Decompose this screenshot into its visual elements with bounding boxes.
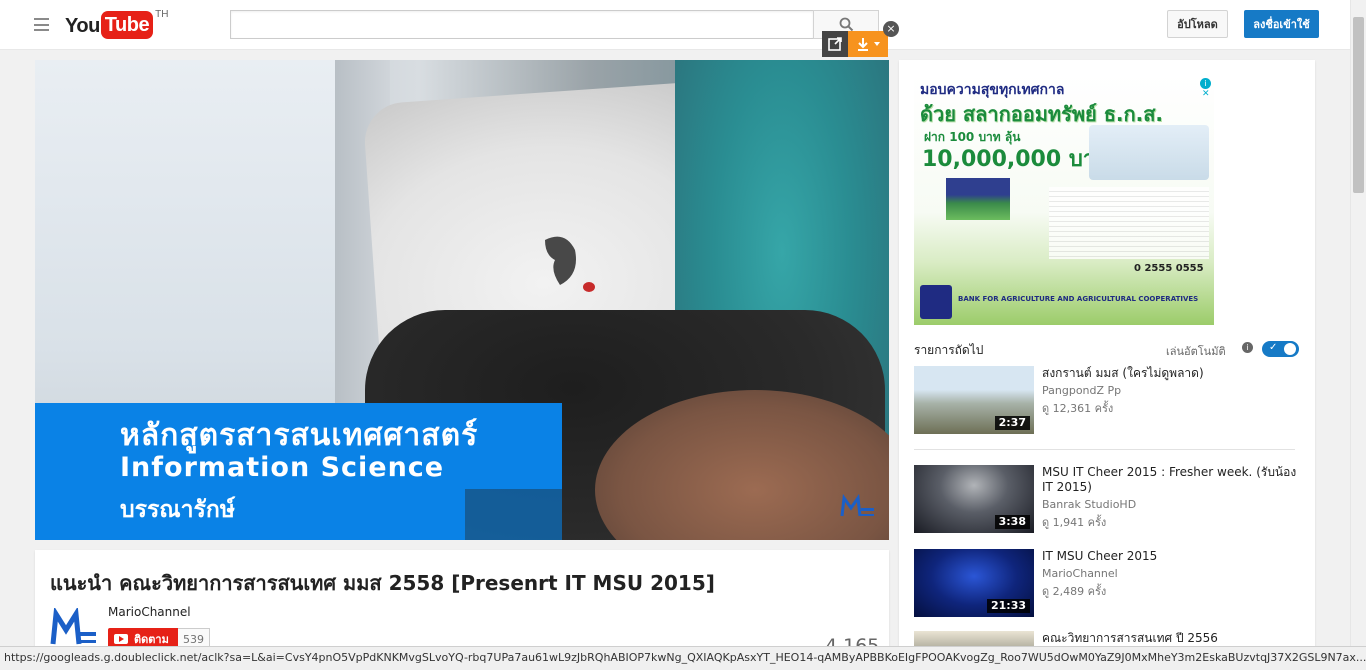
ad-landscape-image bbox=[946, 178, 1010, 220]
shirt-print-accent bbox=[583, 282, 595, 292]
video-channel: MarioChannel bbox=[1042, 567, 1118, 580]
close-icon[interactable]: × bbox=[883, 21, 899, 37]
browser-status-bar: https://googleads.g.doubleclick.net/aclk… bbox=[0, 646, 1366, 670]
up-next-heading: รายการถัดไป bbox=[914, 343, 984, 357]
video-thumbnail[interactable]: 2:37 bbox=[914, 366, 1034, 434]
play-logo-icon bbox=[114, 634, 128, 644]
logo-you-text: You bbox=[65, 15, 100, 37]
page-scrollbar[interactable] bbox=[1350, 0, 1366, 646]
ad-bank-name: BANK FOR AGRICULTURE AND AGRICULTURAL CO… bbox=[958, 295, 1199, 303]
recommended-video[interactable]: 3:38 MSU IT Cheer 2015 : Fresher week. (… bbox=[914, 465, 1299, 535]
video-duration: 2:37 bbox=[994, 416, 1030, 430]
youtube-logo[interactable]: You Tube TH bbox=[65, 9, 169, 41]
download-extension-toolbar bbox=[822, 31, 888, 57]
ad-prize-amount: 10,000,000 บาท bbox=[922, 147, 1110, 172]
video-views: ดู 1,941 ครั้ง bbox=[1042, 516, 1107, 529]
overlay-subtitle-banner bbox=[35, 489, 465, 540]
video-title-link[interactable]: สงกรานต์ มมส (ใครไม่ดูพลาด) bbox=[1042, 366, 1297, 381]
video-thumbnail[interactable]: 3:38 bbox=[914, 465, 1034, 533]
channel-name-link[interactable]: MarioChannel bbox=[108, 605, 191, 619]
overlay-banner-strip bbox=[465, 489, 562, 540]
external-link-icon bbox=[828, 37, 842, 51]
section-divider bbox=[914, 449, 1295, 450]
upload-button[interactable]: อัปโหลด bbox=[1167, 10, 1228, 38]
ad-phone-number: 0 2555 0555 bbox=[1134, 263, 1204, 274]
ad-prize-table bbox=[1049, 187, 1209, 259]
overlay-subtitle: บรรณารักษ์ bbox=[120, 497, 235, 523]
video-player[interactable]: หลักสูตรสารสนเทศศาสตร์ Information Scien… bbox=[35, 60, 889, 540]
logo-tube-text: Tube bbox=[100, 11, 154, 39]
video-title-link[interactable]: คณะวิทยาการสารสนเทศ ปี 2556 bbox=[1042, 631, 1297, 646]
autoplay-toggle[interactable]: ✓ bbox=[1262, 341, 1299, 357]
hamburger-menu-icon[interactable] bbox=[34, 18, 49, 31]
autoplay-info-icon[interactable]: i bbox=[1242, 342, 1253, 353]
download-button[interactable] bbox=[848, 31, 888, 57]
ad-close-icon[interactable]: ✕ bbox=[1202, 89, 1210, 99]
video-duration: 3:38 bbox=[994, 515, 1030, 529]
recommended-video[interactable]: 21:33 IT MSU Cheer 2015 MarioChannel ดู … bbox=[914, 549, 1299, 619]
overlay-title-english: Information Science bbox=[120, 452, 445, 483]
search-input[interactable] bbox=[230, 10, 814, 39]
logo-country-code: TH bbox=[155, 9, 169, 20]
chevron-down-icon bbox=[874, 42, 880, 46]
video-channel: PangpondZ Pp bbox=[1042, 384, 1122, 397]
masthead: You Tube TH อัปโหลด ลงชื่อเข้าใช้ bbox=[0, 0, 1350, 50]
open-external-button[interactable] bbox=[822, 31, 848, 57]
sidebar: มอบความสุขทุกเทศกาล ด้วย สลากออมทรัพย์ ธ… bbox=[899, 60, 1315, 660]
sign-in-button[interactable]: ลงชื่อเข้าใช้ bbox=[1244, 10, 1319, 38]
bank-logo-icon bbox=[920, 285, 952, 319]
display-ad[interactable]: มอบความสุขทุกเทศกาล ด้วย สลากออมทรัพย์ ธ… bbox=[914, 75, 1214, 325]
ad-info-icon[interactable]: i bbox=[1200, 78, 1211, 89]
video-title-link[interactable]: IT MSU Cheer 2015 bbox=[1042, 549, 1297, 564]
video-channel: Banrak StudioHD bbox=[1042, 498, 1137, 511]
video-views: ดู 12,361 ครั้ง bbox=[1042, 402, 1114, 415]
video-info-card: แนะนำ คณะวิทยาการสารสนเทศ มมส 2558 [Pres… bbox=[35, 550, 889, 660]
video-title: แนะนำ คณะวิทยาการสารสนเทศ มมส 2558 [Pres… bbox=[50, 571, 715, 595]
scrollbar-thumb[interactable] bbox=[1353, 17, 1364, 193]
video-views: ดู 2,489 ครั้ง bbox=[1042, 585, 1107, 598]
check-icon: ✓ bbox=[1269, 342, 1278, 353]
ad-people-image bbox=[1089, 125, 1209, 180]
autoplay-label: เล่นอัตโนมัติ bbox=[1166, 345, 1226, 358]
video-thumbnail[interactable]: 21:33 bbox=[914, 549, 1034, 617]
download-icon bbox=[858, 38, 868, 51]
mario-channel-watermark-icon bbox=[840, 494, 874, 517]
recommended-video[interactable]: 2:37 สงกรานต์ มมส (ใครไม่ดูพลาด) Pangpon… bbox=[914, 366, 1299, 436]
video-duration: 21:33 bbox=[986, 599, 1030, 613]
search-icon bbox=[839, 17, 853, 32]
toggle-knob bbox=[1284, 343, 1296, 355]
video-title-link[interactable]: MSU IT Cheer 2015 : Fresher week. (รับน้… bbox=[1042, 465, 1297, 495]
